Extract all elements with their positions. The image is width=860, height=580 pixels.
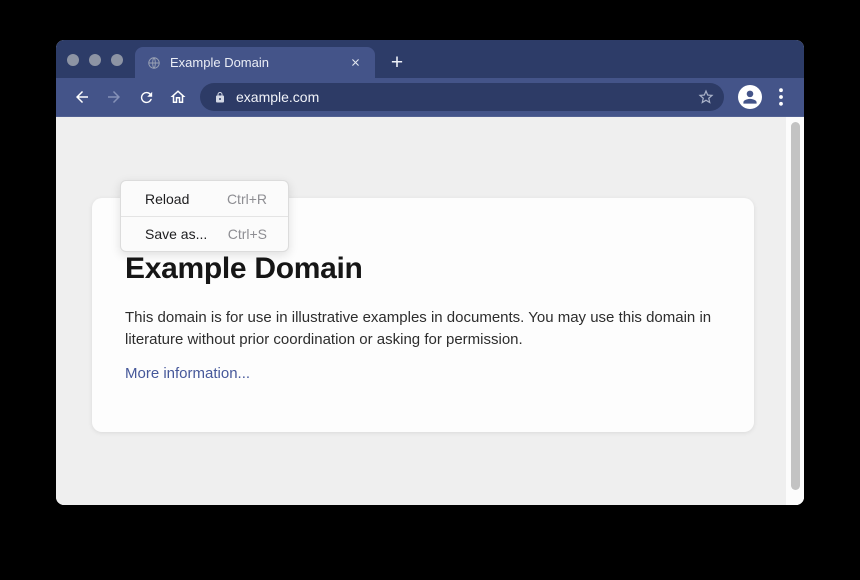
home-icon: [169, 88, 187, 106]
globe-favicon-icon: [147, 56, 161, 70]
reload-icon: [138, 89, 155, 106]
vertical-dots-icon: [779, 88, 783, 106]
tab-title: Example Domain: [170, 55, 347, 70]
more-information-link[interactable]: More information...: [125, 365, 250, 382]
new-tab-button[interactable]: +: [382, 47, 412, 78]
context-menu: Reload Ctrl+R Save as... Ctrl+S: [120, 180, 289, 252]
browser-menu-button[interactable]: [772, 85, 790, 109]
forward-arrow-icon: [105, 88, 123, 106]
lock-icon: [214, 91, 226, 104]
menu-item-shortcut: Ctrl+R: [227, 191, 267, 207]
tab-close-icon[interactable]: [347, 55, 363, 71]
forward-button[interactable]: [98, 81, 130, 113]
browser-window: Example Domain + example.com: [56, 40, 804, 505]
back-arrow-icon: [73, 88, 91, 106]
profile-button[interactable]: [738, 85, 762, 109]
home-button[interactable]: [162, 81, 194, 113]
desktop: { "window": { "tab_title": "Example Doma…: [0, 0, 860, 580]
address-bar[interactable]: example.com: [200, 83, 724, 111]
traffic-lights: [67, 54, 123, 66]
scrollbar-track[interactable]: [786, 117, 804, 505]
menu-item-shortcut: Ctrl+S: [228, 226, 267, 242]
page-viewport: Example Domain This domain is for use in…: [56, 117, 804, 505]
bookmark-star-icon[interactable]: [697, 88, 715, 106]
context-menu-item-save-as[interactable]: Save as... Ctrl+S: [121, 216, 288, 251]
reload-button[interactable]: [130, 81, 162, 113]
zoom-window-button[interactable]: [111, 54, 123, 66]
page-title: Example Domain: [125, 252, 714, 286]
close-window-button[interactable]: [67, 54, 79, 66]
menu-item-label: Reload: [145, 191, 189, 207]
context-menu-item-reload[interactable]: Reload Ctrl+R: [121, 181, 288, 216]
minimize-window-button[interactable]: [89, 54, 101, 66]
tab-example-domain[interactable]: Example Domain: [135, 47, 375, 78]
navigation-toolbar: example.com: [56, 78, 804, 117]
scrollbar-thumb[interactable]: [791, 122, 800, 490]
title-bar: Example Domain +: [56, 40, 804, 78]
back-button[interactable]: [66, 81, 98, 113]
menu-item-label: Save as...: [145, 226, 207, 242]
person-icon: [739, 86, 761, 108]
page-paragraph: This domain is for use in illustrative e…: [125, 307, 713, 351]
url-text: example.com: [236, 89, 697, 105]
